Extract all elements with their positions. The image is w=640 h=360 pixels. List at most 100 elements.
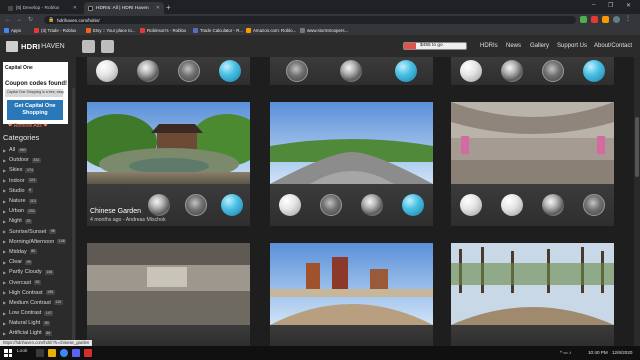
url-text[interactable]: hdrihaven.com/hdris/ (57, 18, 100, 23)
category-count-badge: 124 (27, 178, 37, 184)
profile-avatar[interactable] (613, 16, 620, 23)
white-sphere-icon (279, 194, 302, 216)
tab-roblox-develop[interactable]: [6] Develop - Roblox ✕ (4, 2, 81, 14)
bookmark-apps[interactable]: Apps (4, 28, 21, 33)
chevron-right-icon: ▶ (2, 269, 7, 275)
chrome-icon[interactable] (60, 349, 68, 357)
chevron-right-icon: ▶ (2, 259, 7, 265)
bookmark-amazon[interactable]: Amazon.com: Roblo... (246, 28, 296, 33)
hdri-card[interactable] (270, 102, 433, 226)
close-tab-icon[interactable]: ✕ (73, 5, 77, 11)
category-item[interactable]: ▶ Urban 233 (0, 206, 74, 216)
page-scrollbar[interactable] (634, 57, 640, 346)
category-label: Artificial Light (9, 330, 42, 337)
reload-icon[interactable]: ↻ (28, 16, 33, 24)
bookmark-trade-calc[interactable]: Trade Calculator - R... (193, 28, 243, 33)
discord-icon[interactable] (72, 349, 80, 357)
glass-sphere-icon (177, 60, 200, 82)
task-view-icon[interactable] (36, 349, 44, 357)
patreon-progress-bar[interactable]: $455 to go (403, 42, 467, 50)
extension-icon[interactable] (602, 16, 609, 23)
system-tray-icons[interactable]: ^ ▭ ♪ (560, 350, 571, 356)
category-item[interactable]: ▶ Midday 80 (0, 247, 74, 257)
taskbar-date[interactable]: 12/6/2020 (612, 350, 632, 355)
glass-sphere-icon (320, 194, 343, 216)
category-item[interactable]: ▶ Night 25 (0, 216, 74, 226)
ad-cta-button[interactable]: Get Capital One Shopping (7, 100, 63, 120)
category-item[interactable]: ▶ Clear 99 (0, 257, 74, 267)
extension-icon[interactable] (580, 16, 587, 23)
hdri-card[interactable] (270, 57, 433, 85)
hdri-card[interactable] (451, 243, 614, 346)
category-label: Midday (9, 248, 27, 255)
category-item[interactable]: ▶ Nature 110 (0, 196, 74, 206)
nav-about-contact[interactable]: About/Contact (594, 43, 632, 49)
panorama-thumbnail (87, 102, 250, 184)
category-item[interactable]: ▶ Skies 174 (0, 165, 74, 175)
bookmark-roblox-trade[interactable]: (3) Trade - Roblox (34, 28, 76, 33)
bookmark-stormtroopers[interactable]: www.stormtroopers... (300, 28, 348, 33)
remove-ads-link[interactable]: ❤ Remove Ads ❤ (8, 123, 48, 129)
category-item[interactable]: ▶ Medium Contrast 110 (0, 298, 74, 308)
hdri-card[interactable] (451, 102, 614, 226)
tab-hdri-haven[interactable]: HDRIs: All | HDRI Haven ✕ (84, 2, 164, 14)
category-count-badge: 62 (34, 280, 42, 286)
category-count-badge: 86 (44, 330, 52, 336)
category-item[interactable]: ▶ Artificial Light 86 (0, 328, 74, 338)
nav-news[interactable]: News (506, 43, 521, 49)
nav-support-us[interactable]: Support Us (557, 43, 587, 49)
roblox-favicon-icon (34, 28, 39, 33)
extension-icon[interactable] (591, 16, 598, 23)
forward-icon[interactable]: → (16, 16, 22, 24)
address-bar-row: ← → ↻ 🔒 hdrihaven.com/hdris/ (0, 14, 640, 26)
3d-model-haven-icon[interactable] (101, 40, 114, 53)
texture-haven-icon[interactable] (82, 40, 95, 53)
back-icon[interactable]: ← (5, 16, 11, 24)
sphere-preview (87, 57, 250, 85)
white-sphere-icon (460, 60, 483, 82)
close-tab-icon[interactable]: ✕ (156, 5, 160, 11)
chevron-right-icon: ▶ (2, 320, 7, 326)
category-item[interactable]: ▶ Low Contrast 107 (0, 308, 74, 318)
hdri-card[interactable] (451, 57, 614, 85)
category-item[interactable]: ▶ Morning/Afternoon 146 (0, 237, 74, 247)
taskbar-clock[interactable]: 10:40 PM (588, 350, 608, 355)
hdri-haven-logo[interactable]: HDRI HAVEN (6, 41, 65, 52)
category-item[interactable]: ▶ Overcast 62 (0, 277, 74, 287)
category-item[interactable]: ▶ Outdoor 331 (0, 155, 74, 165)
menu-kebab-icon[interactable]: ⋮ (625, 16, 632, 23)
minimize-icon[interactable]: – (592, 2, 595, 8)
chrome-sphere-icon (360, 194, 383, 216)
blue-sphere-icon (394, 60, 417, 82)
category-label: Overcast (9, 279, 32, 286)
category-item[interactable]: ▶ Sunrise/Sunset 96 (0, 227, 74, 237)
windows-start-icon[interactable] (4, 349, 12, 357)
category-item[interactable]: ▶ Studio 8 (0, 186, 74, 196)
bookmark-etsy[interactable]: Etsy :: Your place to... (86, 28, 135, 33)
roblox-studio-icon[interactable] (84, 349, 92, 357)
hdri-card[interactable] (87, 57, 250, 85)
hdri-card[interactable] (270, 243, 433, 346)
close-window-icon[interactable]: ✕ (626, 2, 631, 9)
hdri-card-chinese-garden[interactable]: Chinese Garden 4 months ago - Andreas Mi… (87, 102, 250, 226)
category-item[interactable]: ▶ Partly Cloudy 146 (0, 267, 74, 277)
file-explorer-icon[interactable] (48, 349, 56, 357)
nav-hdris[interactable]: HDRIs (480, 43, 498, 49)
advertisement[interactable]: Capital One Coupon codes found! Capital … (3, 62, 68, 124)
category-item[interactable]: ▶ Natural Light 90 (0, 318, 74, 328)
bookmark-robinsons[interactable]: Robinson's - Roblox (140, 28, 186, 33)
taskbar-search[interactable]: Look (17, 349, 27, 354)
tab-title: HDRIs: All | HDRI Haven (96, 5, 149, 11)
sidebar-scrollbar[interactable] (72, 88, 75, 346)
blue-sphere-icon (401, 194, 424, 216)
omnibox[interactable]: 🔒 hdrihaven.com/hdris/ (44, 16, 576, 24)
nav-gallery[interactable]: Gallery (530, 43, 549, 49)
category-item[interactable]: ▶ Indoor 124 (0, 176, 74, 186)
scrollbar-thumb[interactable] (635, 117, 639, 177)
new-tab-button[interactable]: + (166, 3, 171, 12)
category-item[interactable]: ▶ High Contrast 196 (0, 288, 74, 298)
maximize-icon[interactable]: ❐ (608, 2, 613, 9)
hdri-card[interactable] (87, 243, 250, 346)
chevron-right-icon: ▶ (2, 167, 7, 173)
category-item[interactable]: ▶ All 460 (0, 145, 74, 155)
